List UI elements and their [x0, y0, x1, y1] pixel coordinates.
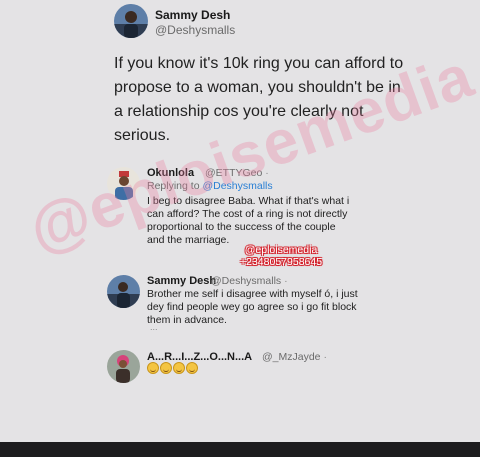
screenshot-page: Sammy Desh @Deshysmalls If you know it's… — [0, 0, 480, 442]
reply2-handle[interactable]: @Deshysmalls · — [211, 275, 288, 287]
reply2-separator: · — [284, 275, 288, 287]
reply2-text: Brother me self i disagree with myself ó… — [147, 288, 358, 326]
bottom-bar — [0, 442, 480, 457]
reply3-handle-text[interactable]: @_MzJayde — [262, 351, 321, 363]
stamp-line-2: +2348057958645 — [240, 256, 323, 268]
grinning-sweat-face-icon — [147, 362, 159, 374]
stamp-line-1: @eploisemedia — [244, 244, 318, 256]
main-tweet-handle[interactable]: @Deshysmalls — [155, 23, 235, 37]
grinning-sweat-face-icon — [186, 362, 198, 374]
reply2-name[interactable]: Sammy Desh — [147, 275, 216, 287]
reply2-more-indicator[interactable]: ... — [150, 322, 158, 332]
reply3-handle[interactable]: @_MzJayde · — [262, 351, 327, 363]
sammy-desh-reply-avatar[interactable] — [107, 275, 140, 308]
stamp-overlay: @eploisemedia +2348057958645 — [240, 244, 322, 268]
main-tweet-name[interactable]: Sammy Desh — [155, 8, 230, 22]
grinning-sweat-face-icon — [160, 362, 172, 374]
arizona-avatar[interactable] — [107, 350, 140, 383]
reply3-emoji-row — [147, 362, 198, 374]
reply3-separator: · — [323, 351, 327, 363]
sammy-desh-avatar[interactable] — [114, 4, 148, 38]
grinning-sweat-face-icon — [173, 362, 185, 374]
reply2-handle-text[interactable]: @Deshysmalls — [211, 275, 281, 287]
